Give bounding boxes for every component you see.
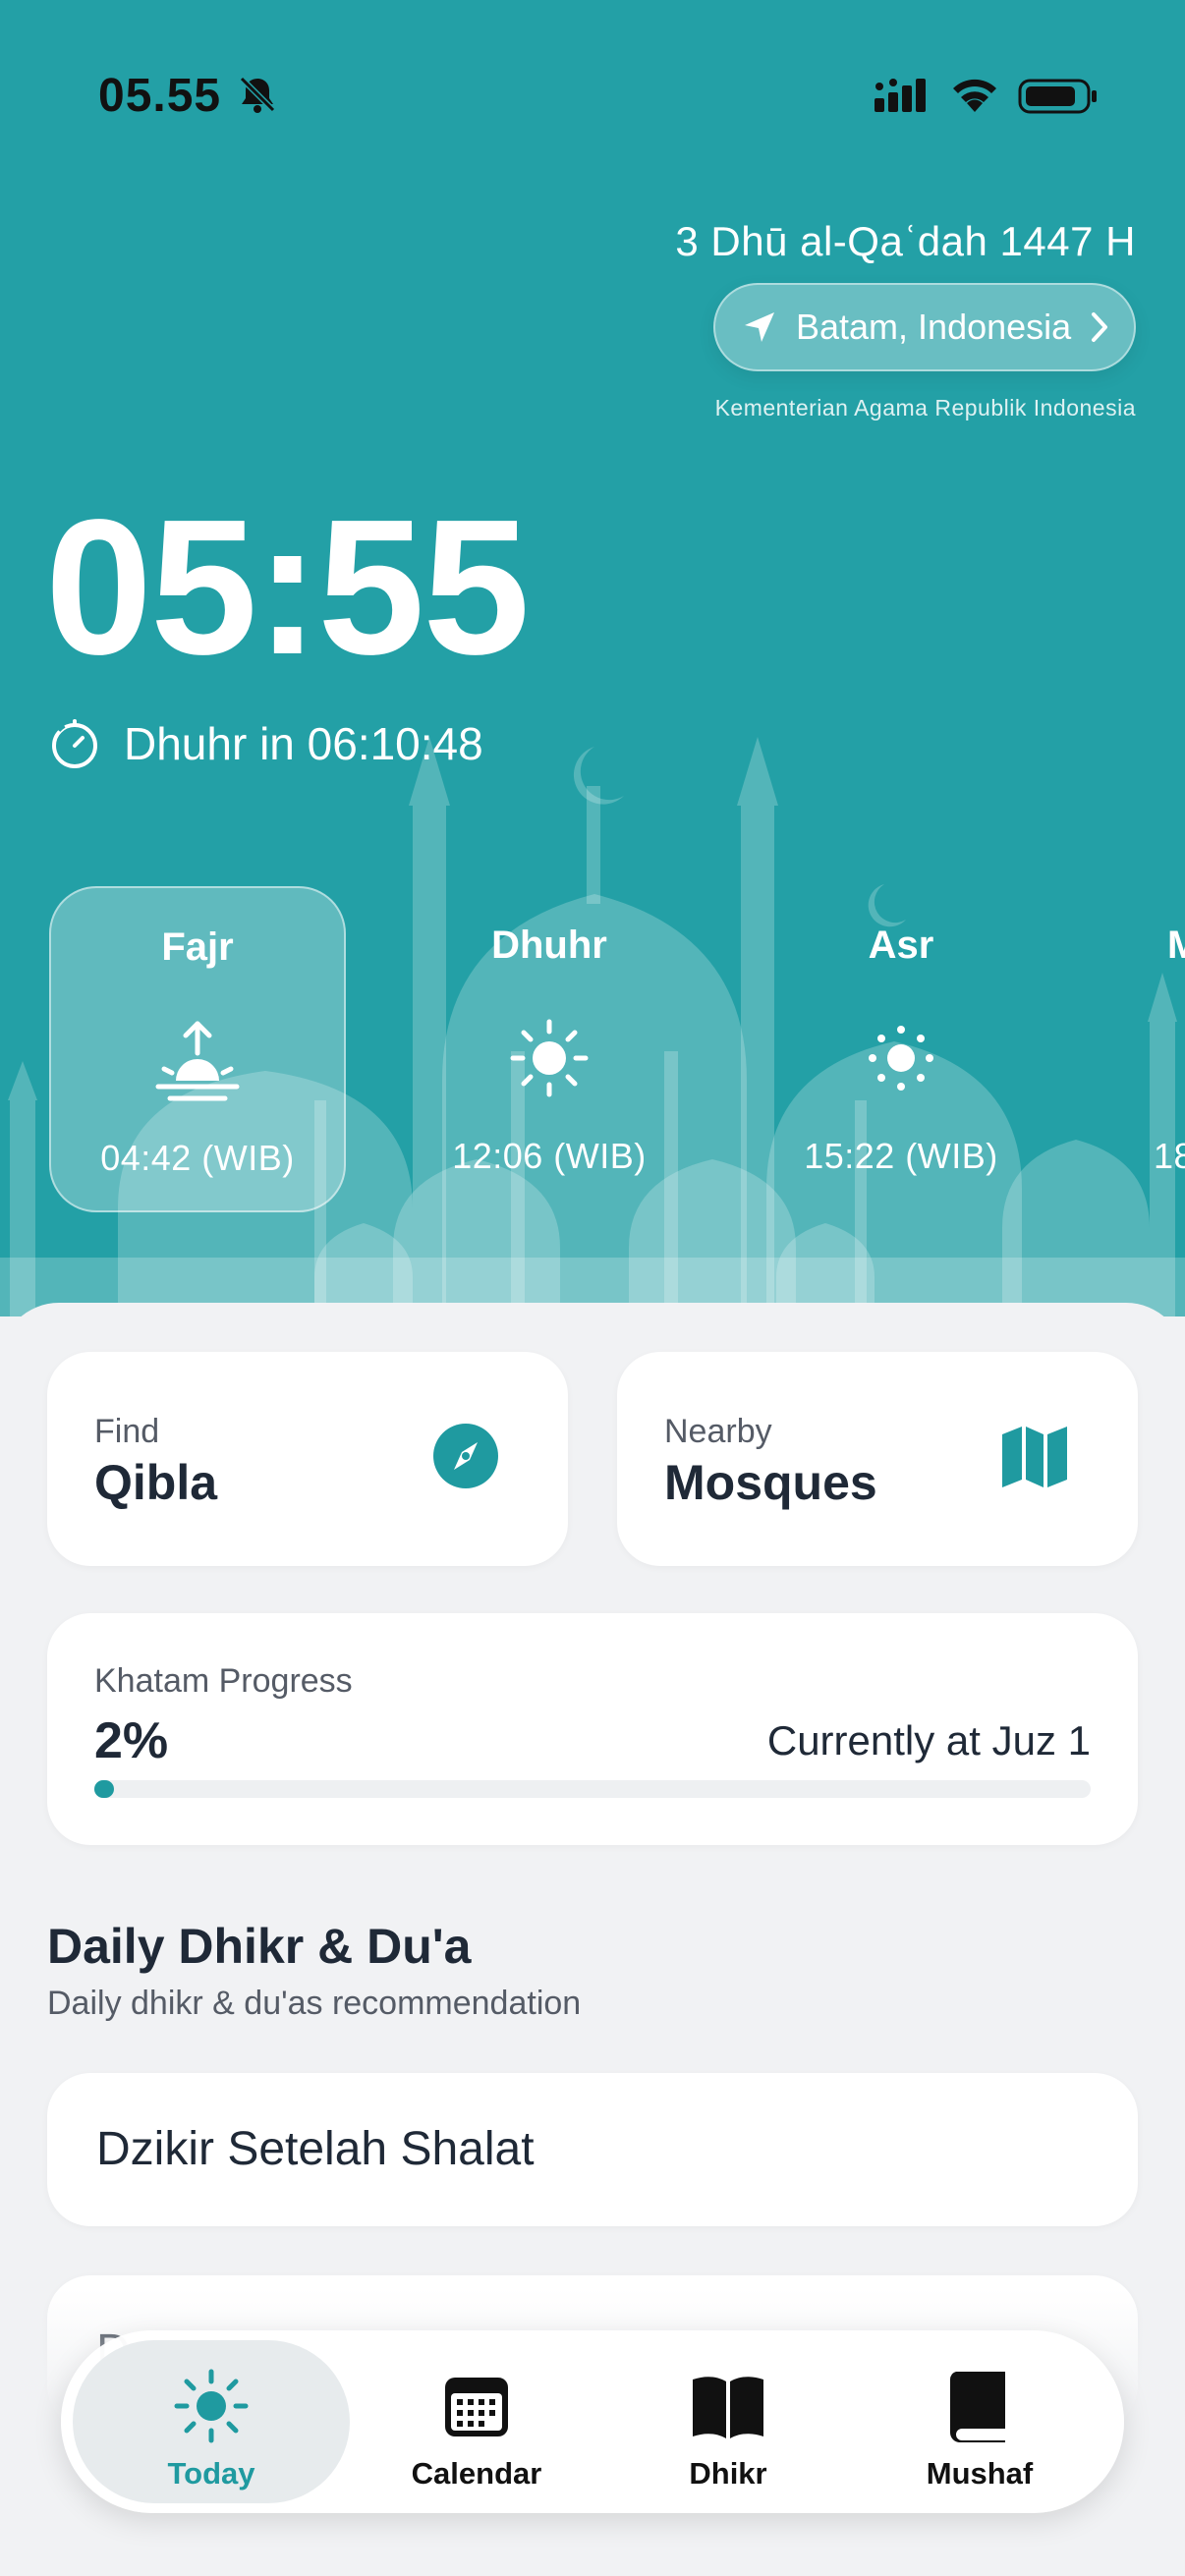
tab-label: Calendar bbox=[411, 2456, 542, 2491]
mosques-card[interactable]: Nearby Mosques bbox=[617, 1352, 1138, 1566]
data-source-label: Kementerian Agama Republik Indonesia bbox=[714, 395, 1136, 420]
dhikr-item[interactable]: Dzikir Setelah Shalat bbox=[47, 2073, 1138, 2226]
current-time: 05:55 bbox=[45, 479, 530, 695]
mosques-subtitle: Nearby bbox=[664, 1413, 772, 1450]
mosques-title: Mosques bbox=[664, 1455, 877, 1510]
battery-icon bbox=[1018, 79, 1097, 114]
khatam-card[interactable]: Khatam Progress 2% Currently at Juz 1 bbox=[47, 1613, 1138, 1845]
countdown-label: Dhuhr in 06:10:48 bbox=[124, 718, 483, 769]
prayer-time: 15:22 (WIB) bbox=[804, 1136, 998, 1176]
khatam-label: Khatam Progress bbox=[94, 1662, 353, 1700]
khatam-juz: Currently at Juz 1 bbox=[766, 1717, 1091, 1764]
book-icon bbox=[949, 2372, 1005, 2442]
signal-icon bbox=[875, 79, 926, 112]
calendar-icon bbox=[445, 2378, 508, 2436]
tab-bar: Today Calendar Dhikr Mushaf bbox=[61, 2330, 1124, 2513]
section-subtitle: Daily dhikr & du'as recommendation bbox=[47, 1985, 582, 2022]
khatam-progress-fill bbox=[94, 1780, 115, 1798]
tab-label: Mushaf bbox=[926, 2456, 1034, 2491]
sunrise-icon bbox=[155, 1021, 240, 1101]
book-open-icon bbox=[693, 2377, 763, 2438]
prayer-time: 12:06 (WIB) bbox=[452, 1136, 647, 1176]
qibla-title: Qibla bbox=[94, 1455, 218, 1510]
timer-icon bbox=[52, 719, 97, 768]
tab-label: Dhikr bbox=[689, 2456, 767, 2491]
map-icon bbox=[1002, 1427, 1067, 1487]
hijri-date: 3 Dhū al-Qaʿdah 1447 H bbox=[675, 218, 1136, 264]
tab-dhikr[interactable]: Dhikr bbox=[590, 2340, 867, 2503]
sun-icon bbox=[869, 1026, 933, 1091]
prayer-name: Asr bbox=[868, 924, 934, 967]
prayer-card-fajr[interactable]: Fajr 04:42 (WIB) bbox=[49, 886, 346, 1212]
compass-icon bbox=[433, 1424, 498, 1488]
prayer-card-maghrib[interactable]: M 18 bbox=[1104, 886, 1185, 1212]
status-time: 05.55 bbox=[98, 70, 222, 122]
dhikr-item-label: Dzikir Setelah Shalat bbox=[96, 2123, 535, 2175]
qibla-card[interactable]: Find Qibla bbox=[47, 1352, 568, 1566]
prayer-header: 05.55 3 Dhū al-Qaʿdah 1447 H Batam, Indo… bbox=[0, 0, 1185, 1316]
sun-icon bbox=[510, 1019, 589, 1097]
prayer-card-asr[interactable]: Asr 15:22 (WIB) bbox=[753, 886, 1049, 1212]
prayer-time: 04:42 (WIB) bbox=[100, 1138, 295, 1178]
chevron-right-icon bbox=[1092, 312, 1108, 342]
tab-label: Today bbox=[167, 2456, 255, 2491]
tab-calendar[interactable]: Calendar bbox=[338, 2340, 615, 2503]
qibla-subtitle: Find bbox=[94, 1413, 160, 1450]
prayer-name: Fajr bbox=[161, 925, 234, 969]
prayer-name: Dhuhr bbox=[491, 924, 607, 967]
wifi-icon bbox=[953, 79, 996, 112]
location-arrow-icon bbox=[745, 312, 774, 342]
khatam-progress-bar bbox=[94, 1780, 1091, 1798]
prayer-name: M bbox=[1167, 924, 1185, 967]
location-label: Batam, Indonesia bbox=[796, 307, 1072, 347]
status-bar: 05.55 bbox=[0, 59, 1185, 138]
prayer-time: 18 bbox=[1154, 1136, 1185, 1176]
next-prayer-countdown: Dhuhr in 06:10:48 bbox=[49, 717, 483, 770]
bell-off-icon bbox=[239, 76, 276, 113]
khatam-percent: 2% bbox=[94, 1712, 169, 1769]
tab-today[interactable]: Today bbox=[73, 2340, 350, 2503]
location-button[interactable]: Batam, Indonesia bbox=[713, 283, 1136, 371]
tab-mushaf[interactable]: Mushaf bbox=[841, 2340, 1118, 2503]
prayer-card-dhuhr[interactable]: Dhuhr 12:06 (WIB) bbox=[401, 886, 698, 1212]
section-title: Daily Dhikr & Du'a bbox=[47, 1919, 472, 1974]
sun-icon bbox=[174, 2369, 249, 2443]
